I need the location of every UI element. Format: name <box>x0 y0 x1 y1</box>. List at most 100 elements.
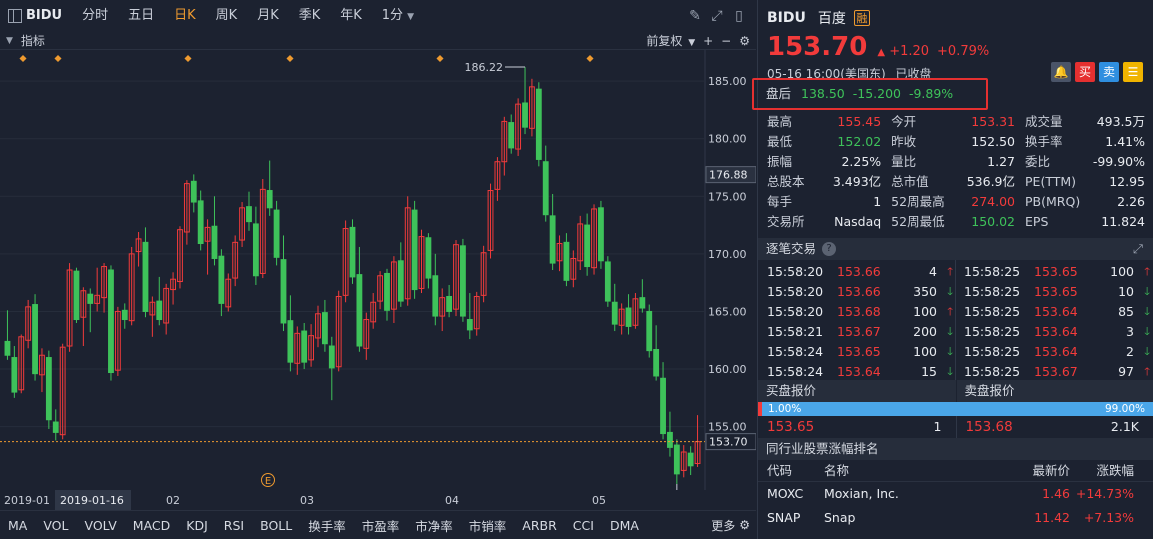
candle-body[interactable] <box>321 312 328 345</box>
candle-body[interactable] <box>280 259 287 324</box>
indicator-tab[interactable]: ARBR <box>514 518 565 533</box>
candle-body[interactable] <box>687 452 694 467</box>
candle-body[interactable] <box>653 348 660 377</box>
period-tab-five-day[interactable]: 五日 <box>118 0 164 32</box>
indicator-tab[interactable]: 市盈率 <box>354 516 408 535</box>
interval-dropdown[interactable]: 1分 ▼ <box>372 0 424 32</box>
split-panel-icon[interactable]: ▯ <box>728 8 750 24</box>
event-diamond-icon[interactable] <box>54 54 62 63</box>
more-label[interactable]: 更多 <box>711 517 735 534</box>
split-view-icon[interactable] <box>8 9 22 23</box>
period-tab-daily[interactable]: 日K <box>164 0 206 32</box>
candle-body[interactable] <box>466 319 473 331</box>
period-tab-intraday[interactable]: 分时 <box>72 0 118 32</box>
candle-body[interactable] <box>667 431 673 448</box>
candle-body[interactable] <box>639 297 646 309</box>
zoom-in-button[interactable]: + <box>703 34 713 48</box>
period-tab-yearly[interactable]: 年K <box>330 0 372 32</box>
event-diamond-icon[interactable] <box>436 54 444 63</box>
adjust-dropdown[interactable]: 前复权 ▼ <box>638 32 695 49</box>
candle-body[interactable] <box>156 300 163 321</box>
candle-body[interactable] <box>121 309 128 321</box>
fullscreen-icon[interactable]: ⤢ <box>706 8 728 24</box>
candle-body[interactable] <box>508 122 515 149</box>
indicator-tab[interactable]: BOLL <box>252 518 300 533</box>
candle-body[interactable] <box>252 223 259 277</box>
candle-body[interactable] <box>384 272 390 311</box>
sell-button[interactable]: 卖 <box>1099 62 1119 82</box>
expand-icon[interactable]: ⤢ <box>1133 238 1143 260</box>
candle-body[interactable] <box>287 320 294 363</box>
indicator-tab[interactable]: VOL <box>35 518 76 533</box>
candle-body[interactable] <box>349 226 356 278</box>
candle-body[interactable] <box>660 377 666 435</box>
candle-body[interactable] <box>273 209 280 258</box>
candle-body[interactable] <box>73 270 80 321</box>
candle-body[interactable] <box>549 215 556 264</box>
candle-body[interactable] <box>646 310 653 352</box>
buy-button[interactable]: 买 <box>1075 62 1095 82</box>
candle-body[interactable] <box>32 304 38 375</box>
period-tab-monthly[interactable]: 月K <box>247 0 289 32</box>
candle-body[interactable] <box>411 209 418 291</box>
period-tab-quarterly[interactable]: 季K <box>289 0 331 32</box>
indicator-tab[interactable]: 换手率 <box>300 516 354 535</box>
candle-body[interactable] <box>218 255 225 304</box>
candle-body[interactable] <box>45 357 52 421</box>
candle-body[interactable] <box>611 301 618 325</box>
indicator-tab[interactable]: KDJ <box>178 518 216 533</box>
ranking-row[interactable]: MOXC Moxian, Inc. 1.46 +14.73% <box>758 482 1153 506</box>
indicator-label[interactable]: 指标 <box>21 32 45 49</box>
indicator-tab[interactable]: MA <box>0 518 35 533</box>
event-diamond-icon[interactable] <box>586 54 594 63</box>
candlestick-chart[interactable]: 155.00 160.00 165.00 170.00 175.00 180.00 185.… <box>0 50 756 512</box>
ranking-row[interactable]: SNAP Snap 11.42 +7.13% <box>758 506 1153 530</box>
indicator-tab[interactable]: RSI <box>216 518 252 533</box>
event-diamond-icon[interactable] <box>184 54 192 63</box>
candle-body[interactable] <box>604 261 611 302</box>
zoom-out-button[interactable]: − <box>721 34 731 48</box>
collapse-triangle-icon[interactable]: ▼ <box>6 36 13 46</box>
indicator-tab[interactable]: CCI <box>565 518 602 533</box>
candle-body[interactable] <box>356 274 363 347</box>
indicator-tab[interactable]: DMA <box>602 518 647 533</box>
candle-body[interactable] <box>425 237 432 279</box>
alert-bell-icon[interactable]: 🔔 <box>1051 62 1071 82</box>
candle-body[interactable] <box>460 245 466 317</box>
candle-body[interactable] <box>11 357 18 393</box>
candle-body[interactable] <box>584 224 591 268</box>
candle-body[interactable] <box>673 444 680 475</box>
candlestick-svg[interactable]: 155.00 160.00 165.00 170.00 175.00 180.00 185.… <box>0 50 756 490</box>
candle-body[interactable] <box>522 102 528 128</box>
candle-body[interactable] <box>4 340 11 356</box>
candle-body[interactable] <box>535 88 542 160</box>
candle-body[interactable] <box>108 269 114 374</box>
event-diamond-icon[interactable] <box>19 54 27 63</box>
event-diamond-icon[interactable] <box>286 54 294 63</box>
period-tab-weekly[interactable]: 周K <box>206 0 248 32</box>
candle-body[interactable] <box>625 307 632 327</box>
candle-body[interactable] <box>446 295 453 312</box>
candle-body[interactable] <box>563 241 570 281</box>
candle-body[interactable] <box>190 180 197 203</box>
candle-body[interactable] <box>432 275 439 317</box>
settings-gear-icon[interactable]: ⚙ <box>739 518 750 532</box>
candle-body[interactable] <box>301 330 308 363</box>
candle-body[interactable] <box>542 161 549 216</box>
candle-body[interactable] <box>197 200 204 245</box>
draw-pencil-icon[interactable]: ✎ <box>684 8 706 24</box>
candle-body[interactable] <box>87 293 94 304</box>
candle-body[interactable] <box>246 206 252 223</box>
indicator-tab[interactable]: MACD <box>125 518 178 533</box>
candle-body[interactable] <box>142 241 149 312</box>
settings-gear-icon[interactable]: ⚙ <box>739 34 750 48</box>
help-icon[interactable]: ? <box>822 242 837 256</box>
menu-icon[interactable]: ☰ <box>1123 62 1143 82</box>
candle-body[interactable] <box>328 345 335 369</box>
indicator-tab[interactable]: 市净率 <box>407 516 461 535</box>
indicator-tab[interactable]: VOLV <box>76 518 124 533</box>
candle-body[interactable] <box>397 260 404 302</box>
indicator-tab[interactable]: 市销率 <box>461 516 515 535</box>
candle-body[interactable] <box>52 421 59 433</box>
candle-body[interactable] <box>598 207 604 262</box>
